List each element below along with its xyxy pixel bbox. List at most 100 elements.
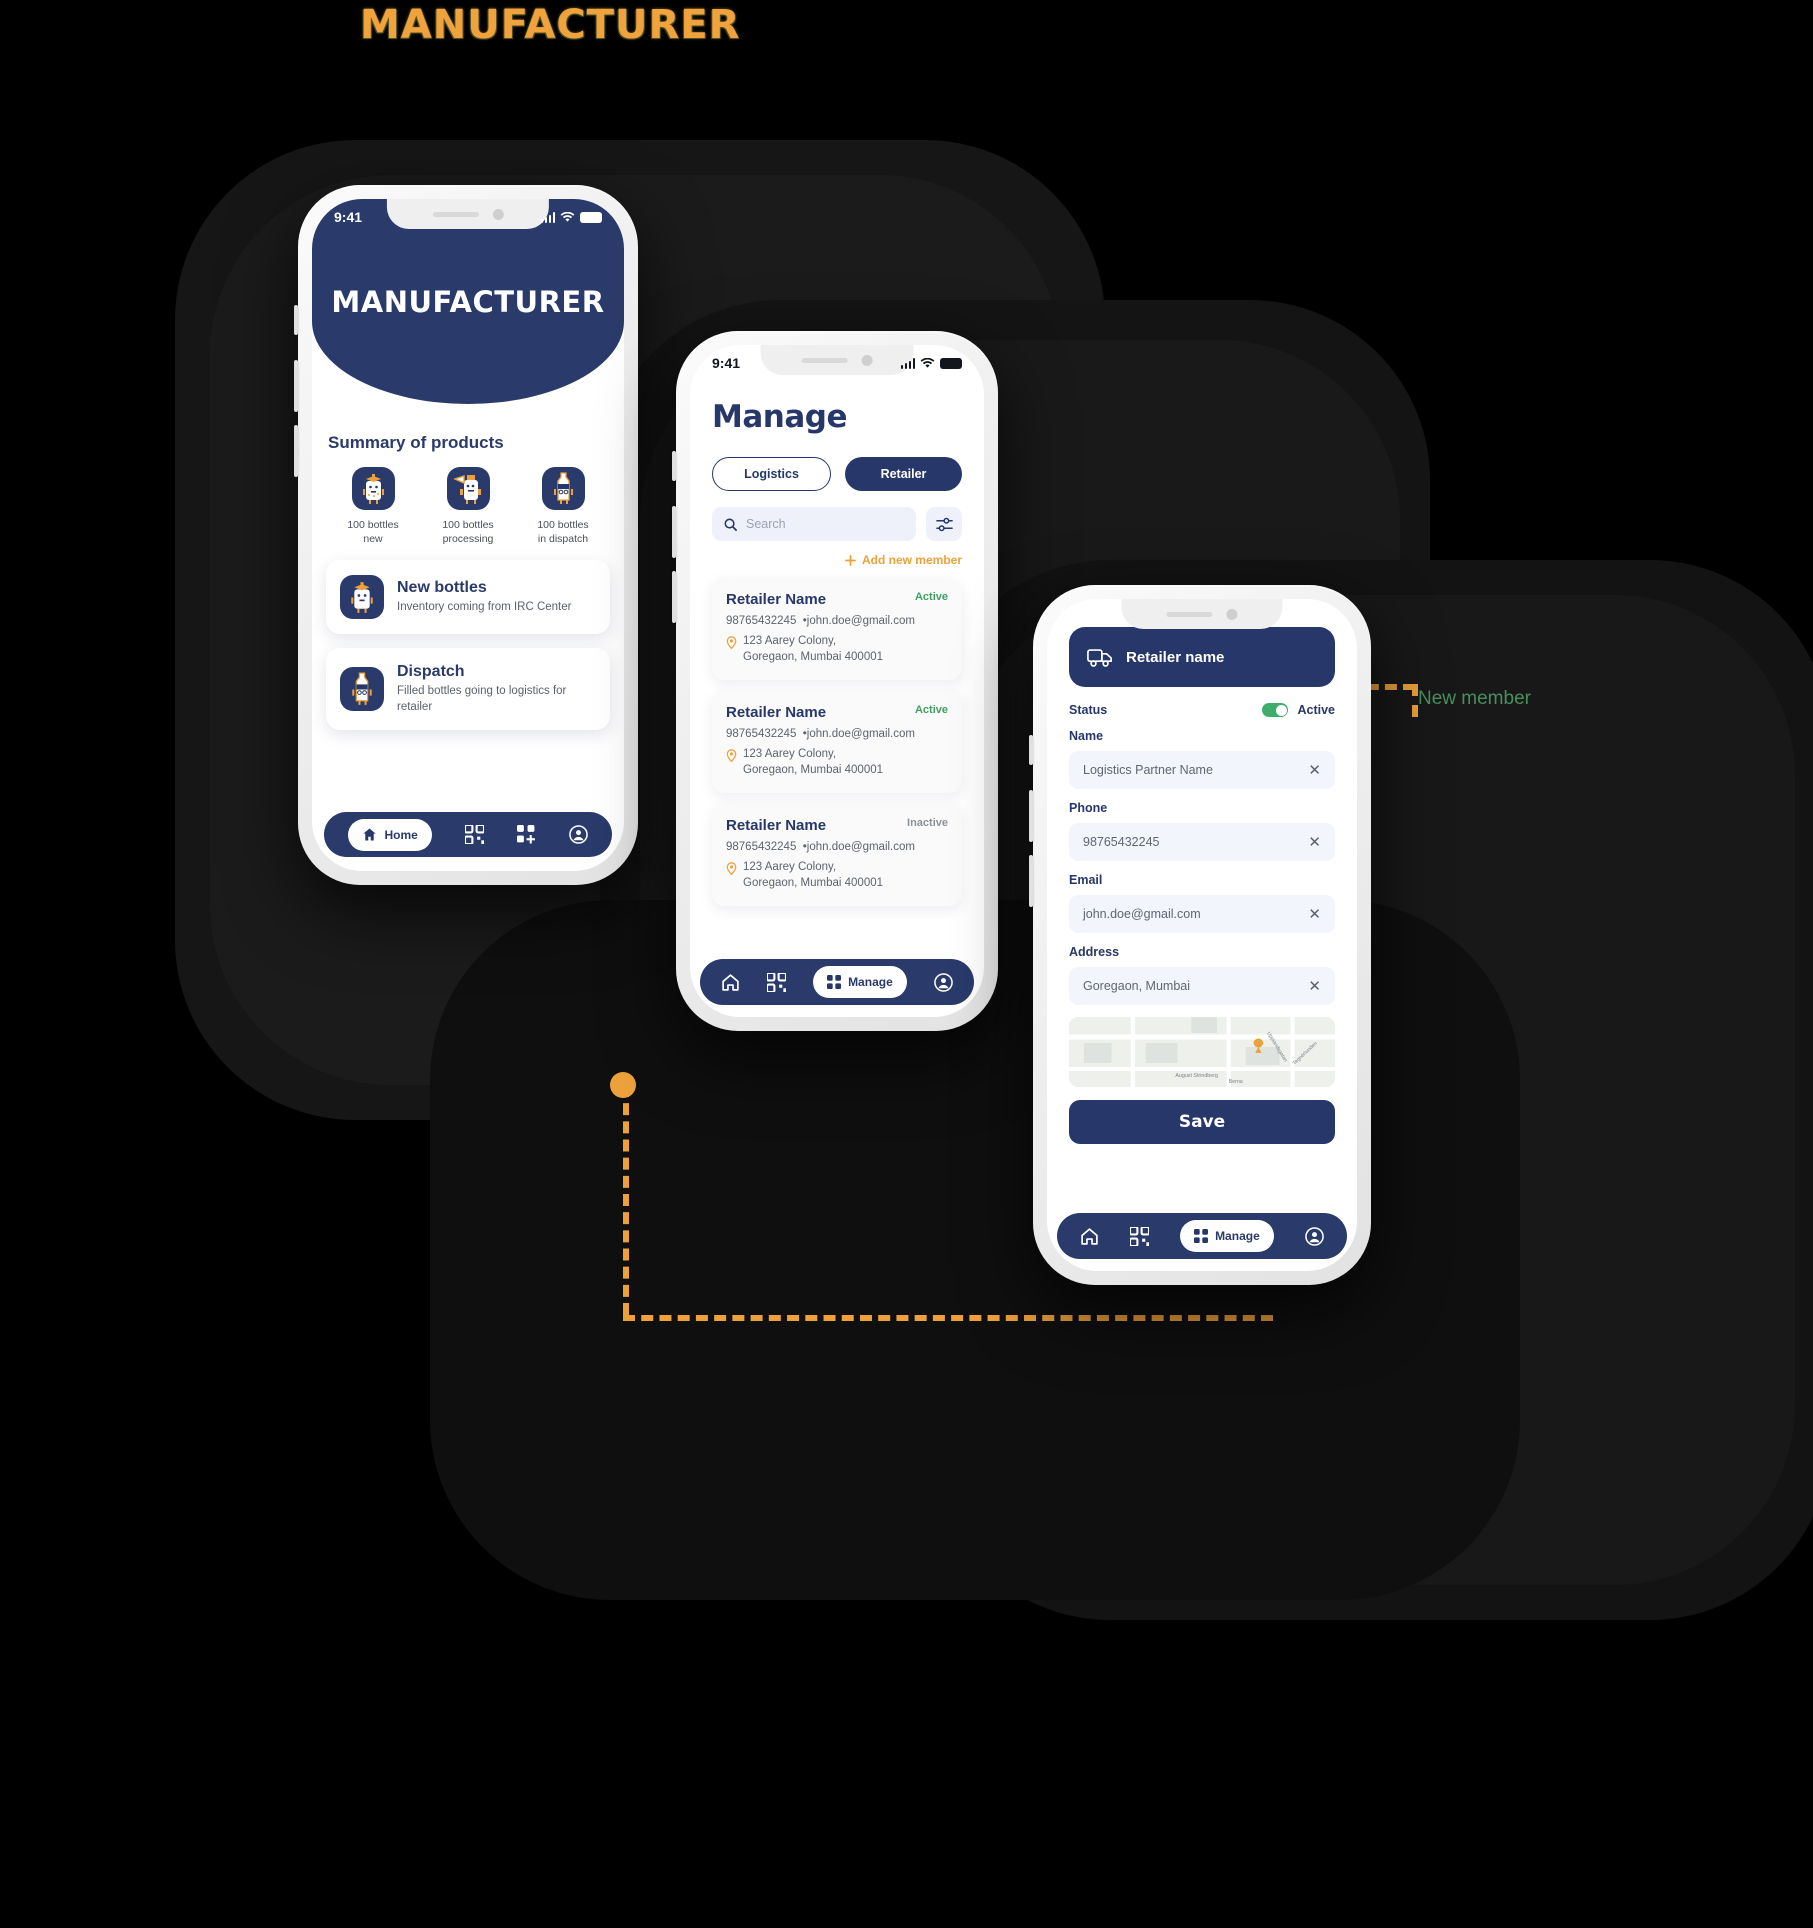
stat-item[interactable]: 100 bottles new: [328, 467, 418, 546]
name-field[interactable]: Logistics Partner Name ✕: [1069, 751, 1335, 789]
bottle-dispatch-icon: [340, 667, 384, 712]
card-title: Dispatch: [397, 663, 465, 681]
clear-icon[interactable]: ✕: [1308, 979, 1321, 994]
tab-retailer[interactable]: Retailer: [845, 457, 962, 491]
qr-code-icon: [767, 972, 787, 992]
stat-line1: 100 bottles: [442, 519, 494, 531]
search-icon: [724, 518, 737, 531]
nav-label: Manage: [1215, 1229, 1260, 1243]
bottle-graduate-icon: [340, 575, 384, 620]
status-bar: 9:41: [312, 199, 624, 231]
retailer-email: john.doe@gmail.com: [806, 615, 915, 627]
bottom-nav: Manage: [700, 959, 974, 1005]
status-badge: Active: [914, 704, 948, 717]
retailer-card[interactable]: Retailer Name Active 98765432245 •john.d…: [712, 691, 962, 794]
card-title: New bottles: [397, 579, 487, 597]
field-value: 98765432245: [1083, 835, 1160, 849]
nav-item-add[interactable]: [516, 825, 536, 844]
status-label: Status: [1069, 703, 1108, 717]
status-toggle[interactable]: [1262, 703, 1289, 717]
connector-line-horizontal: [623, 1315, 1273, 1321]
speaker-grill: [1166, 611, 1213, 617]
retailer-name: Retailer Name: [726, 817, 827, 835]
nav-item-home[interactable]: [721, 973, 740, 992]
retailer-phone: 98765432245: [726, 615, 797, 627]
hero-title: MANUFACTURER: [331, 284, 605, 319]
connector-dot: [610, 1072, 636, 1098]
signal-icon: [900, 357, 915, 369]
card-new-bottles[interactable]: New bottles Inventory coming from IRC Ce…: [326, 560, 610, 635]
connector-label: New member: [1418, 688, 1531, 709]
clear-icon[interactable]: ✕: [1308, 907, 1321, 922]
stat-item[interactable]: 100 bottles processing: [423, 467, 513, 546]
search-row: Search: [712, 507, 962, 541]
svg-text:August Strindberg: August Strindberg: [1175, 1073, 1218, 1079]
signal-icon: [540, 211, 555, 223]
nav-label: Manage: [848, 975, 893, 989]
stat-item[interactable]: 100 bottles in dispatch: [518, 467, 608, 546]
nav-item-qr[interactable]: [1130, 1226, 1150, 1246]
search-input[interactable]: Search: [712, 507, 916, 541]
grid-plus-icon: [516, 825, 535, 844]
bottom-nav: Manage: [1057, 1213, 1347, 1259]
nav-item-qr[interactable]: [464, 825, 484, 844]
profile-icon: [1304, 1226, 1324, 1246]
nav-item-profile[interactable]: [568, 825, 588, 844]
nav-item-qr[interactable]: [767, 972, 787, 992]
battery-icon: [580, 211, 602, 223]
truck-icon: [1087, 648, 1112, 667]
field-label-phone: Phone: [1069, 801, 1108, 815]
battery-icon: [940, 357, 962, 369]
field-label-address: Address: [1069, 945, 1120, 959]
nav-item-manage[interactable]: Manage: [813, 966, 907, 998]
retailer-card[interactable]: Retailer Name Active 98765432245 •john.d…: [712, 578, 962, 681]
wifi-icon: [920, 357, 935, 368]
page-heading: Manage: [712, 399, 847, 435]
retailer-name: Retailer Name: [726, 704, 827, 722]
svg-text:Berna: Berna: [1229, 1079, 1243, 1085]
home-icon: [1081, 1227, 1099, 1245]
retailer-address: 123 Aarey Colony, Goregaon, Mumbai 400001: [726, 860, 948, 891]
status-toggle-wrap[interactable]: Active: [1262, 703, 1335, 717]
clear-icon[interactable]: ✕: [1308, 763, 1321, 778]
address-field[interactable]: Goregaon, Mumbai ✕: [1069, 967, 1335, 1005]
profile-icon: [568, 825, 588, 844]
summary-stats: 100 bottles new 100 bottles processing 1…: [326, 467, 610, 546]
nav-item-profile[interactable]: [933, 972, 953, 992]
retailer-phone: 98765432245: [726, 841, 797, 854]
retailer-card[interactable]: Retailer Name Inactive 98765432245 •john…: [712, 804, 962, 907]
add-new-member-button[interactable]: Add new member: [712, 553, 962, 567]
card-dispatch[interactable]: Dispatch Filled bottles going to logisti…: [326, 648, 610, 731]
retailer-contact: 98765432245 •john.doe@gmail.com: [726, 728, 915, 741]
save-button[interactable]: Save: [1069, 1100, 1335, 1144]
nav-item-manage[interactable]: Manage: [1180, 1220, 1274, 1252]
search-placeholder: Search: [746, 517, 786, 531]
email-field[interactable]: john.doe@gmail.com ✕: [1069, 895, 1335, 933]
nav-item-profile[interactable]: [1304, 1226, 1324, 1246]
phone3-content: Retailer name Status Active Name Logisti…: [1047, 599, 1357, 1271]
retailer-contact: 98765432245 •john.doe@gmail.com: [726, 615, 915, 627]
retailer-phone: 98765432245: [726, 728, 797, 741]
status-value: Active: [1297, 703, 1335, 717]
nav-item-home[interactable]: [1080, 1227, 1099, 1246]
notch: [1121, 599, 1283, 629]
phone-manage-list: 9:41 Manage Logistics Retailer Search Ad…: [672, 331, 998, 1031]
field-value: Goregaon, Mumbai: [1083, 979, 1191, 993]
grid-icon: [827, 975, 842, 989]
stat-line1: 100 bottles: [347, 519, 399, 531]
nav-label: Home: [384, 827, 418, 842]
filter-button[interactable]: [926, 507, 962, 541]
nav-item-home[interactable]: Home: [348, 818, 432, 851]
retailer-address: 123 Aarey Colony, Goregaon, Mumbai 400001: [726, 747, 948, 778]
bottle-processing-icon: [446, 467, 490, 510]
tab-logistics[interactable]: Logistics: [712, 457, 831, 491]
front-camera: [1226, 608, 1238, 620]
bottle-graduate-icon: [351, 467, 395, 510]
phone-field[interactable]: 98765432245 ✕: [1069, 823, 1335, 861]
profile-icon: [933, 972, 953, 992]
map-preview[interactable]: Upplandsgatan August Strindberg Berna Te…: [1069, 1017, 1335, 1087]
stat-line2: processing: [442, 533, 494, 546]
connector-line-vertical: [623, 1085, 629, 1315]
field-label-email: Email: [1069, 873, 1103, 887]
clear-icon[interactable]: ✕: [1308, 835, 1321, 850]
